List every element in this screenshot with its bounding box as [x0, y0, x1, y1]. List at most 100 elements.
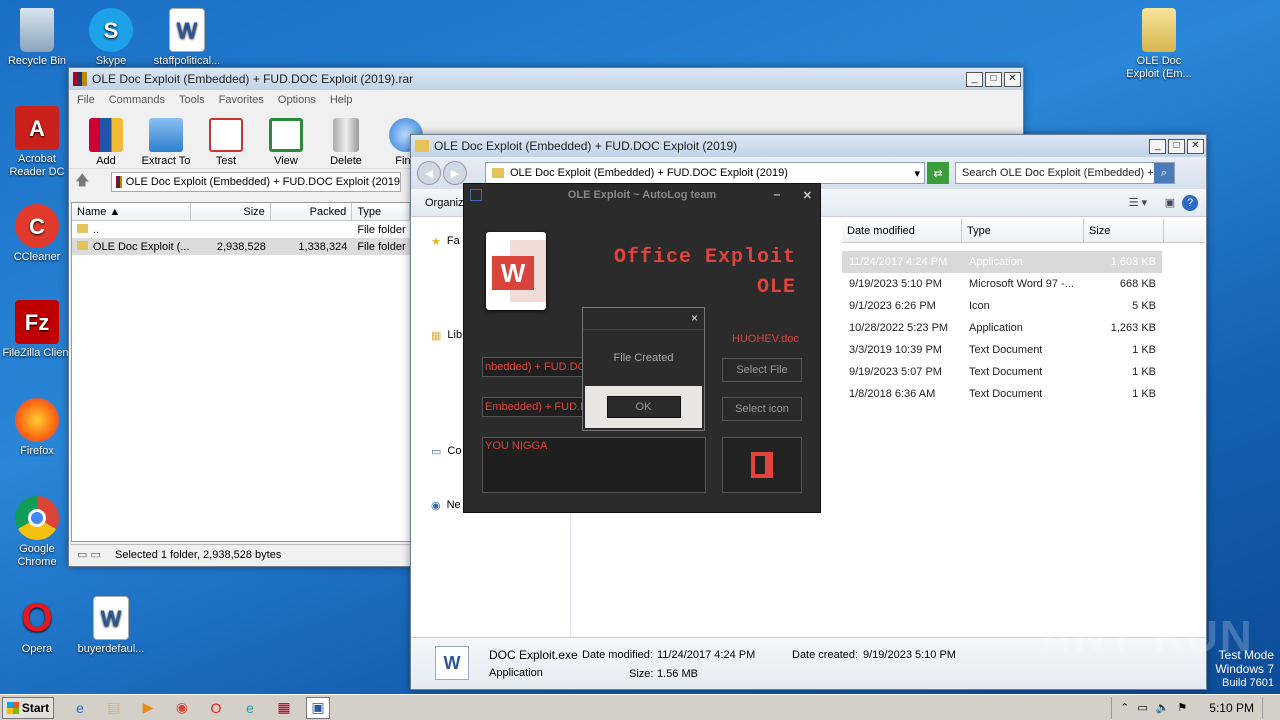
maximize-button[interactable]: □ [985, 71, 1002, 87]
menu-file[interactable]: File [77, 94, 95, 106]
select-icon-button[interactable]: Select icon [722, 397, 802, 421]
clock[interactable]: 5:10 PM [1209, 701, 1254, 715]
desktop-icon-opera[interactable]: O Opera [0, 596, 74, 656]
help-icon[interactable]: ? [1182, 194, 1198, 211]
table-row[interactable]: OLE Doc Exploit (... 2,938,528 1,338,324… [72, 238, 410, 255]
file-path-field[interactable]: nbedded) + FUD.DO [482, 357, 586, 377]
column-type[interactable]: Type [962, 219, 1084, 242]
minimize-button[interactable]: ‒ [774, 189, 780, 201]
exploit-taskbar-icon[interactable]: ▣ [306, 696, 330, 719]
show-desktop-button[interactable] [1262, 696, 1272, 719]
winrar-titlebar[interactable]: OLE Doc Exploit (Embedded) + FUD.DOC Exp… [69, 68, 1023, 90]
desktop-icon-ole-folder[interactable]: OLE Doc Exploit (Em... [1122, 8, 1196, 81]
exploit-titlebar[interactable]: OLE Exploit ~ AutoLog team ‒ ✕ [464, 184, 820, 206]
table-row[interactable]: 3/3/2019 10:39 PM Text Document 1 KB [842, 339, 1162, 361]
menu-commands[interactable]: Commands [109, 94, 165, 106]
preview-pane-icon[interactable]: ▣ [1158, 196, 1182, 209]
explorer-icon[interactable]: ▤ [102, 697, 126, 719]
add-button[interactable]: Add [77, 118, 135, 168]
nav-libraries[interactable]: ▦ Lib [431, 329, 462, 342]
delete-button[interactable]: Delete [317, 118, 375, 168]
menu-help[interactable]: Help [330, 94, 353, 106]
volume-icon[interactable]: 🔈 [1156, 701, 1170, 714]
edge-icon[interactable]: e [238, 697, 262, 719]
desktop-icon-ccleaner[interactable]: C CCleaner [0, 204, 74, 264]
search-input[interactable]: Search OLE Doc Exploit (Embedded) + ... … [955, 162, 1175, 184]
desktop-icon-recycle-bin[interactable]: Recycle Bin [0, 8, 74, 68]
build-button[interactable] [722, 437, 802, 493]
column-date-modified[interactable]: Date modified [842, 219, 962, 242]
media-player-icon[interactable]: ▶ [136, 697, 160, 719]
desktop-icon-staffpolitical[interactable]: W staffpolitical... [150, 8, 224, 68]
exploit-title: OLE Exploit ~ AutoLog team [567, 189, 717, 201]
menu-favorites[interactable]: Favorites [219, 94, 264, 106]
nav-network[interactable]: ◉ Ne [431, 499, 461, 512]
table-row[interactable]: 10/28/2022 5:23 PM Application 1,263 KB [842, 317, 1162, 339]
forward-icon[interactable]: ▶ [443, 161, 467, 185]
nav-computer[interactable]: ▭ Co [431, 445, 461, 458]
payload-textarea[interactable]: YOU NIGGA [482, 437, 706, 493]
opera-icon[interactable]: O [204, 697, 228, 719]
skype-icon: S [89, 8, 133, 52]
select-file-button[interactable]: Select File [722, 358, 802, 382]
menu-options[interactable]: Options [278, 94, 316, 106]
view-button[interactable]: View [257, 118, 315, 168]
table-row[interactable]: 1/8/2018 6:36 AM Text Document 1 KB [842, 383, 1162, 405]
desktop-icon-chrome[interactable]: Google Chrome [0, 496, 74, 569]
search-icon[interactable]: ⌕ [1154, 163, 1174, 183]
computer-icon: ▭ [431, 446, 442, 458]
table-row[interactable]: 11/24/2017 4:24 PM Application 1,603 KB [842, 251, 1162, 273]
close-button[interactable]: ✕ [1187, 138, 1204, 154]
chrome-icon[interactable]: ◉ [170, 697, 194, 719]
show-hidden-icons[interactable]: ⌃ [1120, 701, 1129, 714]
dialog-message: File Created [613, 352, 674, 364]
action-center-icon[interactable]: ⚑ [1177, 701, 1187, 714]
explorer-titlebar[interactable]: OLE Doc Exploit (Embedded) + FUD.DOC Exp… [411, 135, 1206, 157]
column-size[interactable]: Size [191, 203, 271, 220]
desktop-icon-buyerdefault[interactable]: W buyerdefaul... [74, 596, 148, 656]
organize-button[interactable]: Organiz [425, 197, 464, 209]
ccleaner-icon: C [15, 204, 59, 248]
desktop-icon-acrobat[interactable]: A Acrobat Reader DC [0, 106, 74, 179]
word-document-icon: W [169, 8, 205, 52]
close-button[interactable]: × [691, 311, 698, 325]
desktop-icon-label: Skype [95, 55, 127, 67]
word-document-icon: W [93, 596, 129, 640]
column-type[interactable]: Type [352, 203, 410, 220]
winrar-path[interactable]: OLE Doc Exploit (Embedded) + FUD.DOC Exp… [111, 171, 401, 192]
table-row[interactable]: .. File folder [72, 221, 410, 238]
desktop-icon-skype[interactable]: S Skype [74, 8, 148, 68]
back-icon[interactable]: ◀ [417, 161, 441, 185]
nav-favorites[interactable]: ★ Fa [431, 235, 460, 248]
table-row[interactable]: 9/19/2023 5:07 PM Text Document 1 KB [842, 361, 1162, 383]
column-packed[interactable]: Packed [271, 203, 353, 220]
column-name[interactable]: Name ▲ [72, 203, 192, 220]
desktop-icon-filezilla[interactable]: Fz FileZilla Client [0, 300, 74, 360]
close-button[interactable]: ✕ [803, 189, 812, 202]
close-button[interactable]: ✕ [1004, 71, 1021, 87]
minimize-button[interactable]: _ [966, 71, 983, 87]
view-options-icon[interactable]: ☰ ▾ [1118, 196, 1158, 209]
test-button[interactable]: Test [197, 118, 255, 168]
start-button[interactable]: Start [2, 696, 54, 719]
table-row[interactable]: 9/1/2023 6:26 PM Icon 5 KB [842, 295, 1162, 317]
windows-logo-icon [6, 701, 19, 714]
winrar-list-header: Name ▲ Size Packed Type [72, 203, 410, 221]
menu-tools[interactable]: Tools [179, 94, 205, 106]
dialog-titlebar[interactable]: × [583, 308, 704, 330]
winrar-taskbar-icon[interactable]: ▦ [272, 697, 296, 719]
table-row[interactable]: 9/19/2023 5:10 PM Microsoft Word 97 -...… [842, 273, 1162, 295]
column-size[interactable]: Size [1084, 219, 1164, 242]
minimize-button[interactable]: _ [1149, 138, 1166, 154]
refresh-icon[interactable]: ⇄ [927, 162, 949, 184]
ie-icon[interactable]: e [68, 697, 92, 719]
icon-path-field[interactable]: Embedded) + FUD.D [482, 397, 586, 417]
chevron-down-icon[interactable]: ▾ [914, 167, 920, 180]
extract-to-button[interactable]: Extract To [137, 118, 195, 168]
maximize-button[interactable]: □ [1168, 138, 1185, 154]
up-arrow-icon[interactable]: 🡅 [75, 170, 111, 194]
explorer-address[interactable]: OLE Doc Exploit (Embedded) + FUD.DOC Exp… [485, 162, 925, 184]
network-icon[interactable]: ▭ [1137, 701, 1147, 714]
desktop-icon-firefox[interactable]: Firefox [0, 398, 74, 458]
ok-button[interactable]: OK [606, 396, 681, 418]
